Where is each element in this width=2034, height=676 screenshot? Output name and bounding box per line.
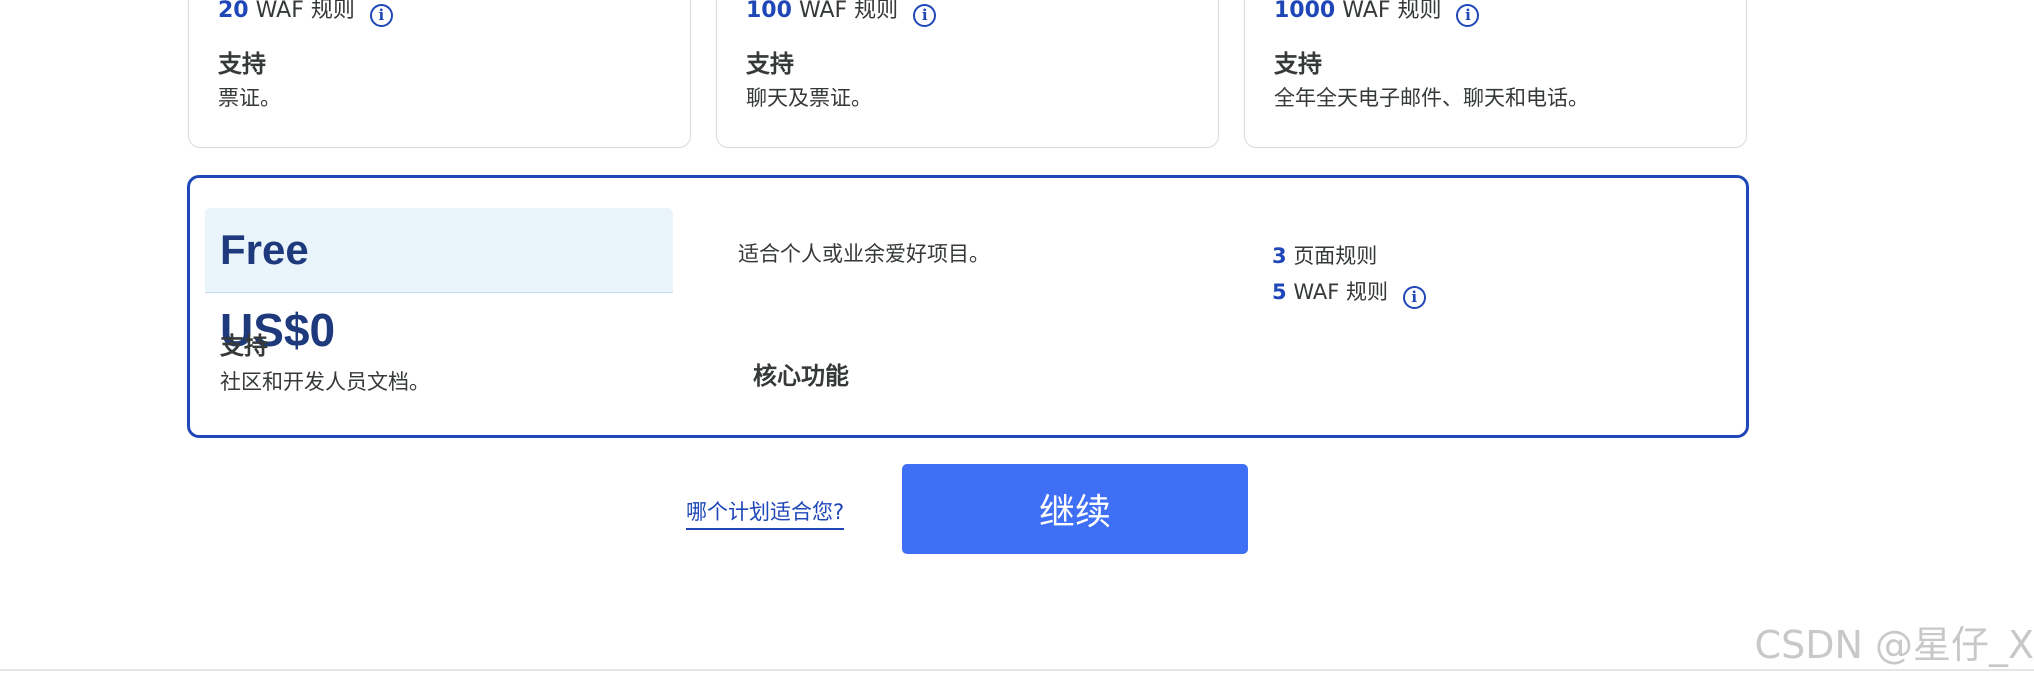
waf-label: WAF 规则: [255, 0, 355, 23]
waf-count: 1000: [1274, 0, 1336, 23]
waf-label: WAF 规则: [1342, 0, 1442, 23]
page-rules-line: 3 页面规则: [1272, 238, 1426, 274]
support-title: 支持: [1274, 50, 1322, 78]
waf-label: WAF 规则: [798, 0, 899, 23]
waf-rules-line: 20 WAF 规则 i: [218, 0, 393, 27]
waf-label: WAF 规则: [1293, 280, 1389, 304]
waf-rules-line: 1000 WAF 规则 i: [1274, 0, 1480, 27]
which-plan-link[interactable]: 哪个计划适合您?: [686, 496, 845, 530]
free-plan-card[interactable]: Free US$0 支持 社区和开发人员文档。 适合个人或业余爱好项目。 核心功…: [187, 175, 1749, 438]
info-icon[interactable]: i: [1456, 4, 1480, 27]
page-rules-count: 3: [1272, 244, 1287, 268]
core-features-heading: 核心功能: [753, 362, 849, 390]
plan-name: Free: [220, 226, 309, 273]
free-plan-header: Free: [205, 208, 673, 293]
free-plan-rules: 3 页面规则 5 WAF 规则 i: [1272, 238, 1426, 310]
page-rules-label: 页面规则: [1293, 244, 1378, 268]
waf-rules-line: 5 WAF 规则 i: [1272, 274, 1426, 310]
divider: [0, 669, 2034, 671]
info-icon[interactable]: i: [1402, 286, 1426, 309]
support-title: 支持: [218, 50, 266, 78]
support-desc: 票证。: [218, 86, 281, 110]
info-icon[interactable]: i: [369, 4, 393, 27]
continue-button[interactable]: 继续: [902, 464, 1248, 554]
plan-card-1[interactable]: 20 WAF 规则 i 支持 票证。: [188, 0, 691, 148]
support-desc: 聊天及票证。: [746, 86, 872, 110]
support-desc: 全年全天电子邮件、聊天和电话。: [1274, 86, 1589, 110]
watermark: CSDN @星仔_X: [1754, 623, 2034, 667]
plan-selection-page: 20 WAF 规则 i 支持 票证。 100 WAF 规则 i 支持 聊天及票证…: [0, 0, 2034, 676]
support-title: 支持: [746, 50, 794, 78]
plan-card-2[interactable]: 100 WAF 规则 i 支持 聊天及票证。: [716, 0, 1219, 148]
waf-rules-line: 100 WAF 规则 i: [746, 0, 937, 27]
waf-count: 100: [746, 0, 792, 23]
support-title: 支持: [220, 332, 268, 360]
waf-count: 5: [1272, 280, 1287, 304]
info-icon[interactable]: i: [913, 4, 937, 27]
plan-description: 适合个人或业余爱好项目。: [738, 242, 990, 266]
support-desc: 社区和开发人员文档。: [220, 370, 430, 394]
waf-count: 20: [218, 0, 249, 23]
plan-card-3[interactable]: 1000 WAF 规则 i 支持 全年全天电子邮件、聊天和电话。: [1244, 0, 1747, 148]
